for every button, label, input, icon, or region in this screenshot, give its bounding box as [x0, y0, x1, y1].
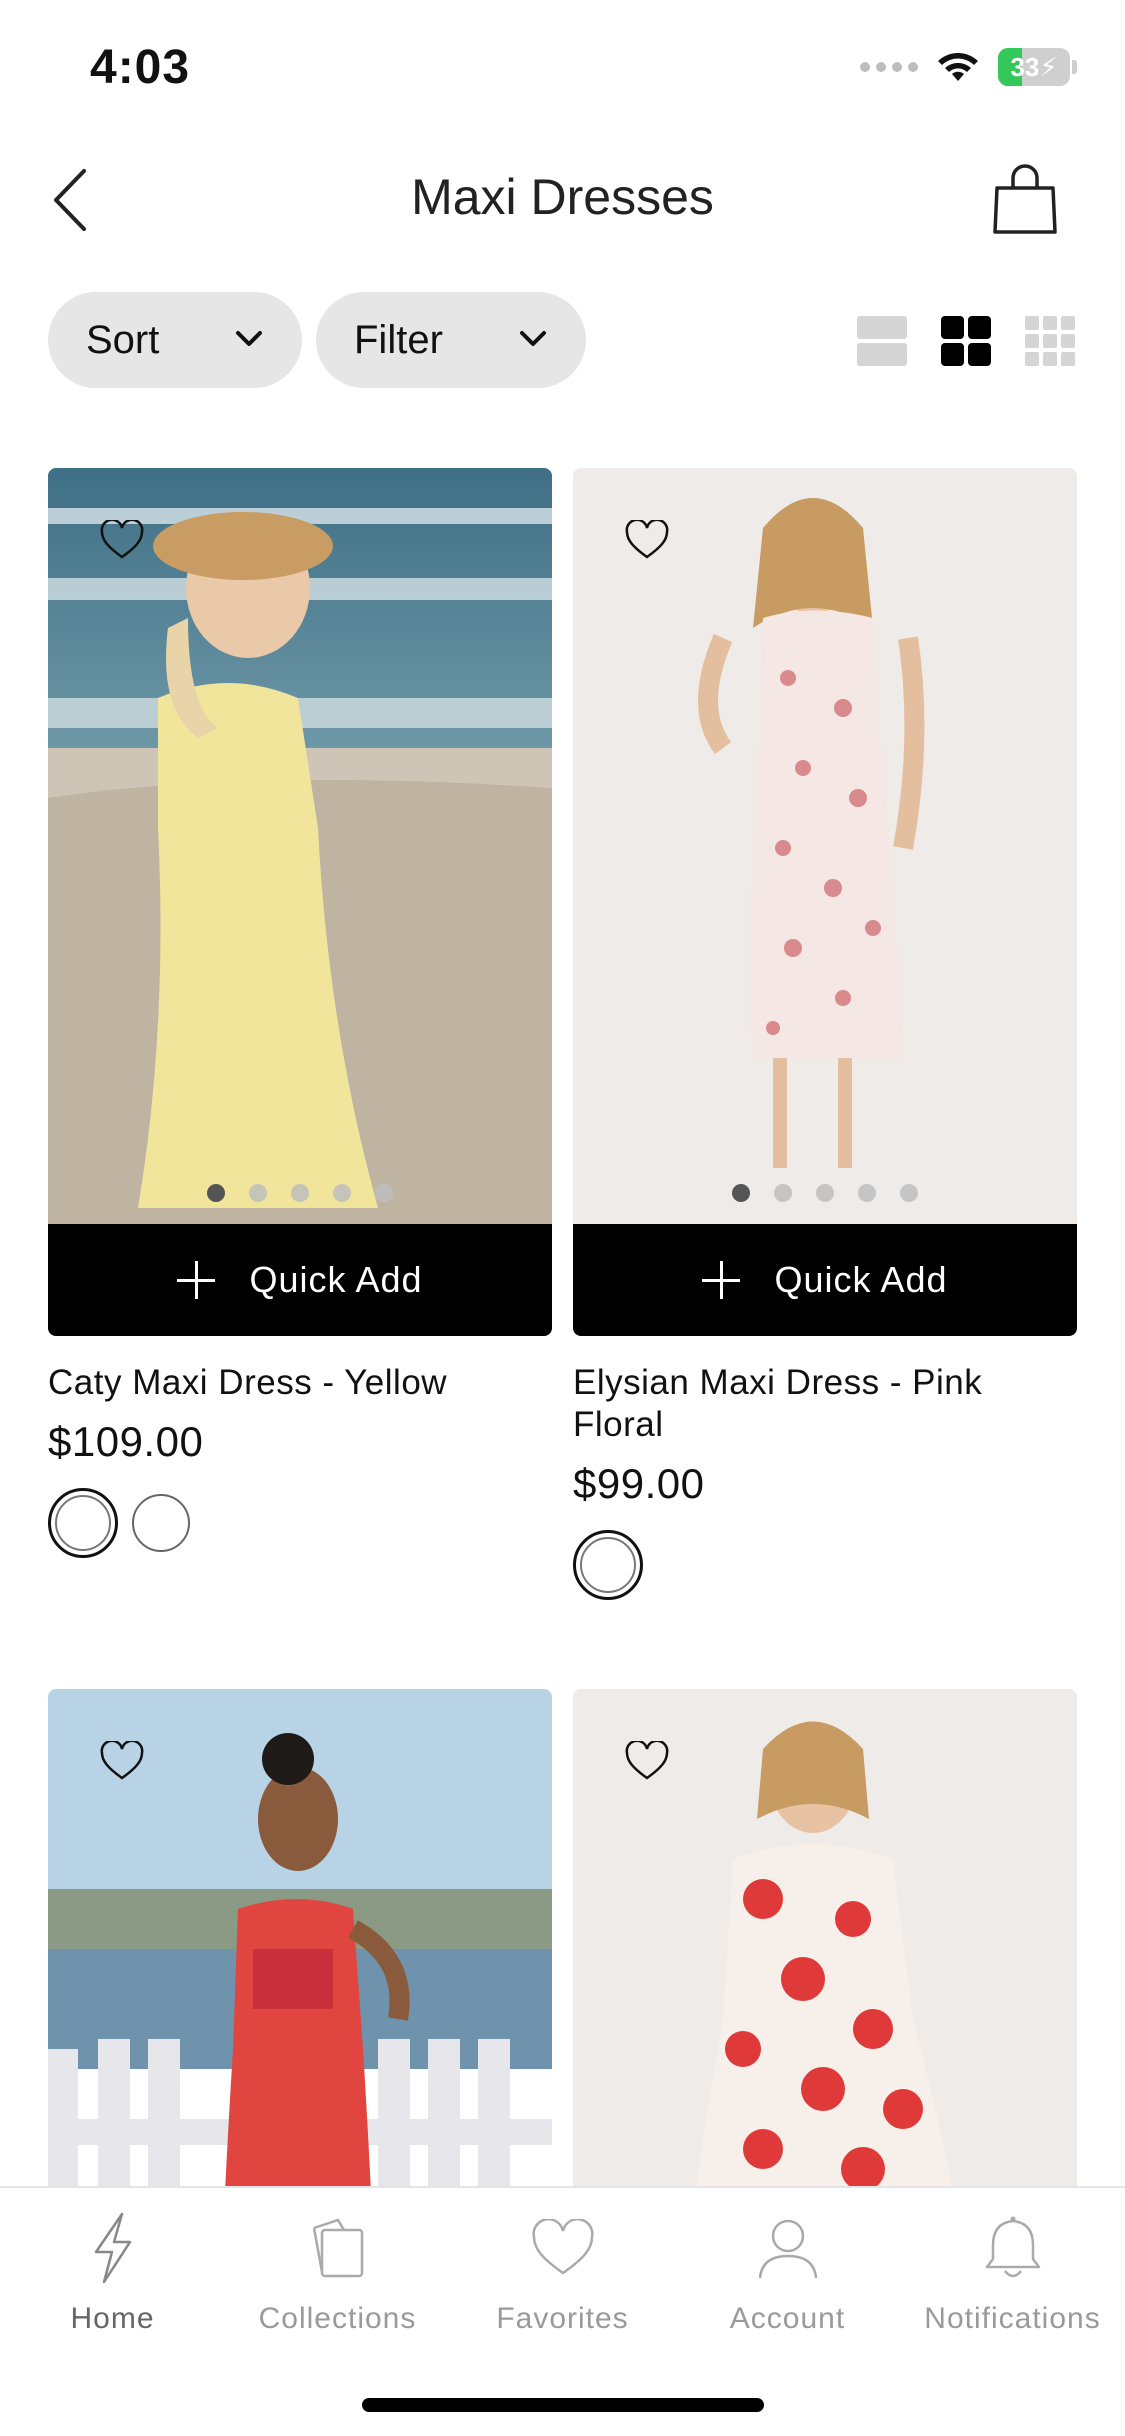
tab-favorites[interactable]: Favorites [450, 2208, 675, 2336]
color-swatches [48, 1488, 552, 1558]
tab-notifications[interactable]: Notifications [900, 2208, 1125, 2336]
image-pagination-dots [573, 1184, 1077, 1202]
pagination-dot[interactable] [207, 1184, 225, 1202]
plus-icon [702, 1261, 741, 1299]
chevron-down-icon [520, 331, 546, 346]
sort-button[interactable]: Sort [48, 292, 302, 388]
collections-icon [312, 2218, 363, 2278]
pagination-dot[interactable] [291, 1184, 309, 1202]
tab-label: Account [729, 2302, 846, 2335]
battery-icon: 33 ⚡ [998, 48, 1070, 86]
tab-label: Home [70, 2302, 155, 2335]
tab-label: Collections [258, 2302, 417, 2335]
status-bar: 4:03 33 ⚡ [0, 0, 1125, 130]
sort-label: Sort [86, 317, 160, 362]
image-pagination-dots [48, 1184, 552, 1202]
product-name[interactable]: Elysian Maxi Dress - Pink Floral [573, 1362, 1077, 1446]
tab-label: Favorites [496, 2302, 629, 2335]
heart-icon [531, 2219, 594, 2275]
person-icon [758, 2219, 817, 2279]
pagination-dot[interactable] [774, 1184, 792, 1202]
product-photo [573, 468, 1077, 1224]
chevron-down-icon [236, 331, 262, 346]
heart-icon[interactable] [625, 1741, 669, 1781]
tab-home[interactable]: Home [0, 2208, 225, 2336]
product-image[interactable] [573, 468, 1077, 1224]
quick-add-button[interactable]: Quick Add [573, 1224, 1077, 1336]
grid-view-icon[interactable] [939, 314, 993, 368]
heart-icon[interactable] [100, 1741, 144, 1781]
plus-icon [177, 1261, 216, 1299]
heart-icon[interactable] [100, 520, 144, 560]
battery-percent: 33 [1010, 51, 1040, 82]
pagination-dot[interactable] [333, 1184, 351, 1202]
status-icons: 33 ⚡ [860, 48, 1077, 86]
tab-collections[interactable]: Collections [225, 2208, 450, 2336]
status-time: 4:03 [90, 41, 191, 94]
color-swatch[interactable] [132, 1494, 190, 1552]
quick-add-button[interactable]: Quick Add [48, 1224, 552, 1336]
pagination-dot[interactable] [375, 1184, 393, 1202]
wifi-icon [938, 53, 978, 81]
quick-add-label: Quick Add [249, 1259, 423, 1300]
color-swatch[interactable] [48, 1488, 118, 1558]
list-view-icon[interactable] [855, 314, 909, 368]
color-swatches [573, 1530, 1077, 1600]
product-price: $109.00 [48, 1418, 204, 1465]
product-card[interactable]: Quick Add Elysian Maxi Dress - Pink Flor… [573, 468, 1077, 1600]
tab-label: Notifications [924, 2302, 1101, 2335]
view-toggles [855, 314, 1077, 368]
heart-icon[interactable] [625, 520, 669, 560]
pagination-dot[interactable] [816, 1184, 834, 1202]
tab-account[interactable]: Account [675, 2208, 900, 2336]
product-price: $99.00 [573, 1460, 705, 1507]
pagination-dot[interactable] [249, 1184, 267, 1202]
product-card[interactable]: Quick Add Caty Maxi Dress - Yellow $109.… [48, 468, 552, 1558]
shopping-bag-icon [993, 164, 1057, 234]
product-image[interactable] [48, 468, 552, 1224]
product-photo [48, 468, 552, 1224]
dense-grid-view-icon[interactable] [1023, 314, 1077, 368]
bell-icon [985, 2216, 1040, 2278]
pagination-dot[interactable] [858, 1184, 876, 1202]
shopping-bag-button[interactable] [985, 160, 1065, 240]
toolbar: Sort Filter [48, 292, 1077, 392]
cellular-signal-icon [860, 62, 918, 72]
lightning-icon [94, 2212, 131, 2284]
product-name[interactable]: Caty Maxi Dress - Yellow [48, 1362, 552, 1404]
filter-label: Filter [354, 317, 443, 362]
quick-add-label: Quick Add [774, 1259, 948, 1300]
home-indicator [362, 2398, 764, 2412]
filter-button[interactable]: Filter [316, 292, 586, 388]
color-swatch[interactable] [573, 1530, 643, 1600]
pagination-dot[interactable] [732, 1184, 750, 1202]
header: Maxi Dresses [0, 140, 1125, 260]
pagination-dot[interactable] [900, 1184, 918, 1202]
page-title: Maxi Dresses [411, 169, 714, 225]
